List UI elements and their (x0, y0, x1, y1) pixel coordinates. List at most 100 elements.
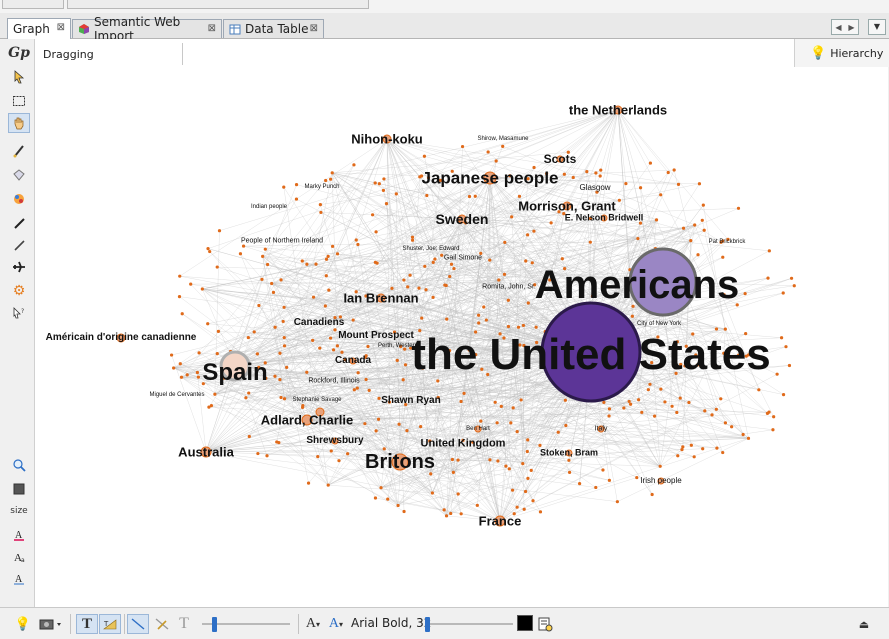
graph-node[interactable] (568, 471, 571, 474)
graph-node[interactable] (253, 330, 256, 333)
graph-node[interactable] (631, 315, 634, 318)
size-label[interactable]: size (8, 501, 30, 521)
tab-scroll-buttons[interactable]: ◀▶ (831, 19, 859, 35)
graph-node[interactable] (719, 397, 722, 400)
graph-node[interactable] (495, 159, 498, 162)
graph-node[interactable] (248, 435, 251, 438)
graph-node[interactable] (314, 263, 317, 266)
graph-node[interactable] (433, 257, 436, 260)
graph-node[interactable] (677, 183, 680, 186)
graph-node[interactable] (616, 500, 619, 503)
graph-node[interactable] (508, 467, 511, 470)
graph-node[interactable] (443, 508, 446, 511)
graph-node[interactable] (406, 285, 409, 288)
graph-node[interactable] (649, 161, 652, 164)
graph-node[interactable] (355, 238, 358, 241)
graph-node[interactable] (247, 336, 250, 339)
diamond-icon[interactable] (8, 165, 30, 185)
graph-node[interactable] (390, 287, 393, 290)
tab-graph[interactable]: Graph ⊠ (7, 18, 71, 39)
graph-node[interactable] (404, 363, 407, 366)
graph-node[interactable] (710, 413, 713, 416)
graph-node[interactable] (206, 322, 209, 325)
graph-node[interactable] (207, 406, 210, 409)
graph-node[interactable] (526, 450, 529, 453)
chevron-down-icon[interactable]: ▼ (868, 19, 886, 35)
graph-node[interactable] (715, 408, 718, 411)
graph-node[interactable] (283, 397, 286, 400)
graph-node[interactable] (608, 479, 611, 482)
graph-node[interactable] (564, 424, 567, 427)
graph-node[interactable] (680, 448, 683, 451)
graph-node[interactable] (208, 250, 211, 253)
graph-node[interactable] (295, 197, 298, 200)
graph-node[interactable] (510, 215, 513, 218)
graph-node[interactable] (405, 429, 408, 432)
chevron-right-icon[interactable]: ▶ (848, 23, 854, 32)
graph-node[interactable] (307, 482, 310, 485)
graph-node[interactable] (217, 330, 220, 333)
font-color-icon[interactable]: A▾ (326, 614, 346, 634)
graph-node[interactable] (305, 371, 308, 374)
edge-pencil-icon[interactable] (8, 235, 30, 255)
graph-node[interactable] (703, 409, 706, 412)
graph-node[interactable] (374, 230, 377, 233)
font-label[interactable]: Arial Bold, 32 (351, 616, 431, 630)
graph-node[interactable] (601, 468, 604, 471)
graph-node[interactable] (386, 498, 389, 501)
graph-node[interactable] (170, 353, 173, 356)
graph-node[interactable] (526, 438, 529, 441)
graph-node[interactable] (687, 401, 690, 404)
graph-node[interactable] (477, 314, 480, 317)
graph-node[interactable] (457, 492, 460, 495)
graph-node[interactable] (424, 288, 427, 291)
graph-node[interactable] (411, 236, 414, 239)
graph-node[interactable] (366, 345, 369, 348)
graph-node[interactable] (206, 247, 209, 250)
graph-node[interactable] (561, 257, 564, 260)
graph-node[interactable] (242, 244, 245, 247)
cursor-help-icon[interactable]: ? (8, 303, 30, 323)
graph-node[interactable] (460, 512, 463, 515)
graph-node[interactable] (599, 169, 602, 172)
graph-node[interactable] (563, 173, 566, 176)
graph-node[interactable] (377, 397, 380, 400)
chevron-left-icon[interactable]: ◀ (835, 23, 841, 32)
text-font-icon[interactable]: Aa (8, 547, 30, 567)
graph-node[interactable] (178, 275, 181, 278)
graph-node[interactable] (585, 170, 588, 173)
text-toggle-icon[interactable]: T (76, 614, 98, 634)
graph-node[interactable] (594, 486, 597, 489)
graph-node[interactable] (272, 291, 275, 294)
graph-node[interactable] (461, 145, 464, 148)
graph-node[interactable] (485, 318, 488, 321)
painter-brush-icon[interactable] (8, 141, 30, 161)
graph-node[interactable] (417, 286, 420, 289)
graph-node[interactable] (690, 444, 693, 447)
graph-node[interactable] (330, 449, 333, 452)
graph-node[interactable] (402, 510, 405, 513)
graph-node[interactable] (507, 299, 510, 302)
graph-node[interactable] (462, 392, 465, 395)
graph-node[interactable] (270, 282, 273, 285)
graph-node[interactable] (179, 362, 182, 365)
graph-node[interactable] (776, 373, 779, 376)
graph-node[interactable] (516, 506, 519, 509)
graph-node[interactable] (305, 263, 308, 266)
graph-node[interactable] (419, 425, 422, 428)
zoom-icon[interactable] (8, 455, 30, 475)
graph-node[interactable] (385, 202, 388, 205)
graph-node[interactable] (178, 295, 181, 298)
graph-node[interactable] (216, 265, 219, 268)
graph-node[interactable] (312, 296, 315, 299)
graph-node[interactable] (670, 405, 673, 408)
graph-node[interactable] (318, 347, 321, 350)
graph-node[interactable] (772, 415, 775, 418)
graph-node[interactable] (637, 398, 640, 401)
graph-node[interactable] (768, 249, 771, 252)
graph-node[interactable] (640, 411, 643, 414)
graph-node[interactable] (526, 477, 529, 480)
graph-node[interactable] (408, 274, 411, 277)
graph-node[interactable] (682, 227, 685, 230)
graph-node[interactable] (402, 378, 405, 381)
